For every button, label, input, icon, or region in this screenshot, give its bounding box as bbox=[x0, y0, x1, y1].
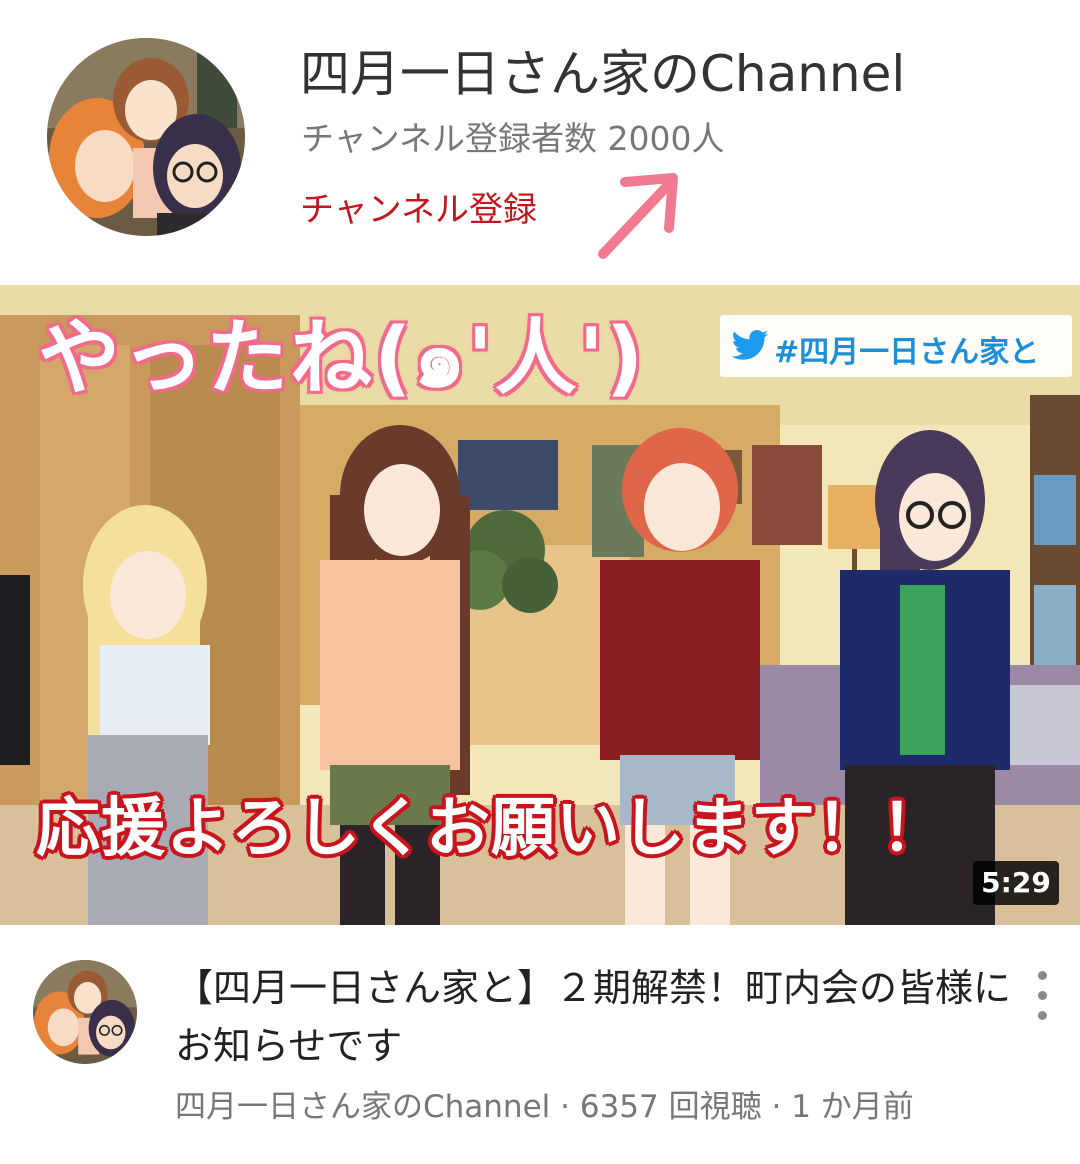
more-dot-icon bbox=[1038, 971, 1047, 980]
meta-separator: · bbox=[771, 1089, 782, 1125]
subscribe-button[interactable]: チャンネル登録 bbox=[300, 182, 537, 231]
more-dot-icon bbox=[1038, 1011, 1047, 1020]
video-title[interactable]: 【四月一日さん家と】２期解禁！町内会の皆様にお知らせです bbox=[175, 959, 1015, 1075]
hashtag-text: #四月一日さん家と bbox=[774, 335, 1040, 370]
video-meta: 四月一日さん家のChannel · 6357 回視聴 · 1 か月前 bbox=[175, 1081, 914, 1126]
upload-age: 1 か月前 bbox=[791, 1089, 914, 1125]
channel-avatar-icon bbox=[33, 960, 137, 1064]
more-dot-icon bbox=[1038, 991, 1047, 1000]
duration-badge: 5:29 bbox=[973, 861, 1059, 905]
view-count: 6357 回視聴 bbox=[579, 1089, 762, 1125]
channel-header: 四月一日さん家のChannel チャンネル登録者数 2000人 チャンネル登録 bbox=[0, 0, 1080, 284]
thumbnail-top-text: やったね(๑'人') bbox=[36, 309, 646, 408]
thumbnail-bottom-text: 応援よろしくお願いします！！ bbox=[35, 791, 947, 868]
subscriber-count: チャンネル登録者数 2000人 bbox=[301, 119, 725, 158]
channel-avatar-icon bbox=[47, 38, 245, 236]
hashtag-banner: #四月一日さん家と bbox=[720, 315, 1072, 377]
more-options-button[interactable] bbox=[1025, 965, 1059, 1029]
annotation-arrow-icon bbox=[593, 168, 683, 264]
video-thumbnail[interactable]: やったね(๑'人') #四月一日さん家と 応援よろしくお願いします！！ 5:29 bbox=[0, 285, 1080, 925]
channel-title: 四月一日さん家のChannel bbox=[300, 45, 906, 103]
video-info-row: 【四月一日さん家と】２期解禁！町内会の皆様にお知らせです 四月一日さん家のCha… bbox=[0, 925, 1080, 1164]
channel-avatar[interactable] bbox=[47, 38, 245, 236]
video-channel-name[interactable]: 四月一日さん家のChannel bbox=[175, 1089, 550, 1125]
meta-separator: · bbox=[560, 1089, 570, 1125]
twitter-bird-icon bbox=[731, 330, 769, 360]
video-channel-avatar[interactable] bbox=[33, 960, 137, 1064]
